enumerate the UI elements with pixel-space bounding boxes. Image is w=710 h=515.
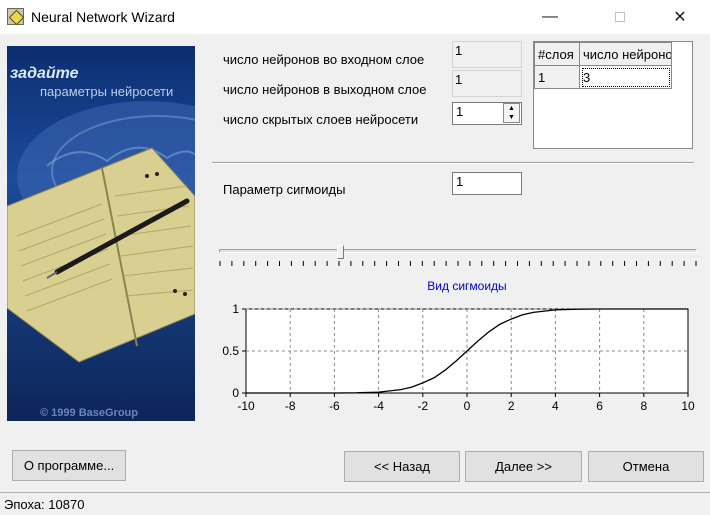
about-button[interactable]: О программе... <box>12 450 126 481</box>
grid-cell-layer: 1 <box>534 65 580 89</box>
window-title: Neural Network Wizard <box>31 9 175 25</box>
x-tick-label: -4 <box>373 399 384 413</box>
illustration-subheading: параметры нейросети <box>40 84 174 99</box>
chart-title: Вид сигмоиды <box>427 279 506 293</box>
grid-header-neurons: число нейроно <box>579 42 672 66</box>
close-button[interactable]: ✕ <box>657 0 703 34</box>
x-tick-label: 4 <box>552 399 559 413</box>
output-neurons-label: число нейронов в выходном слое <box>223 82 427 97</box>
separator <box>212 162 694 164</box>
brain-notebook-image <box>7 101 195 363</box>
next-button[interactable]: Далее >> <box>465 451 582 482</box>
app-icon <box>7 8 24 25</box>
x-tick-label: -10 <box>237 399 255 413</box>
slider-ticks <box>219 261 697 266</box>
y-tick-label: 0 <box>232 386 239 400</box>
input-neurons-label: число нейронов во входном слое <box>223 52 425 67</box>
epoch-status: Эпоха: 10870 <box>4 497 85 512</box>
x-tick-label: -2 <box>417 399 428 413</box>
hidden-layers-spinner[interactable]: ▲ ▼ <box>503 103 520 123</box>
x-tick-label: -6 <box>329 399 340 413</box>
x-tick-label: 6 <box>596 399 603 413</box>
cancel-button[interactable]: Отмена <box>588 451 704 482</box>
title-bar: Neural Network Wizard — ✕ <box>0 0 710 34</box>
y-tick-label: 1 <box>232 302 239 316</box>
illustration-heading: задайте <box>10 65 79 82</box>
x-tick-label: 10 <box>681 399 695 413</box>
output-neurons-field: 1 <box>452 70 522 97</box>
minimize-button[interactable]: — <box>527 0 573 34</box>
spin-down-icon[interactable]: ▼ <box>504 113 519 122</box>
grid-cell-neurons[interactable]: 3 <box>579 65 672 89</box>
illustration-copyright: © 1999 BaseGroup <box>40 407 138 419</box>
hidden-layers-label: число скрытых слоев нейросети <box>223 112 419 127</box>
wizard-illustration: задайте параметры нейросети © 1999 BaseG… <box>7 46 195 421</box>
layers-grid[interactable]: #слоя число нейроно 1 3 <box>533 41 693 149</box>
spin-up-icon[interactable]: ▲ <box>504 104 519 113</box>
x-tick-label: 2 <box>508 399 515 413</box>
wizard-window: Neural Network Wizard — ✕ задайте параме… <box>0 0 710 515</box>
maximize-button[interactable] <box>597 0 643 34</box>
sigmoid-param-label: Параметр сигмоиды <box>223 182 346 197</box>
x-tick-label: -8 <box>285 399 296 413</box>
sigmoid-slider-track[interactable] <box>219 249 697 253</box>
input-neurons-field: 1 <box>452 41 522 68</box>
sigmoid-param-input[interactable]: 1 <box>452 172 522 195</box>
status-bar: Эпоха: 10870 <box>0 492 710 515</box>
grid-header-layer: #слоя <box>534 42 580 66</box>
maximize-icon <box>615 12 625 22</box>
x-tick-label: 8 <box>640 399 647 413</box>
x-tick-label: 0 <box>464 399 471 413</box>
back-button[interactable]: << Назад <box>344 451 460 482</box>
sigmoid-chart: Вид сигмоиды -10 -8 -6 -4 -2 0 2 4 6 8 10 0 0.5 1 <box>222 279 695 413</box>
sigmoid-slider-thumb[interactable] <box>336 245 344 259</box>
y-tick-label: 0.5 <box>222 344 239 358</box>
